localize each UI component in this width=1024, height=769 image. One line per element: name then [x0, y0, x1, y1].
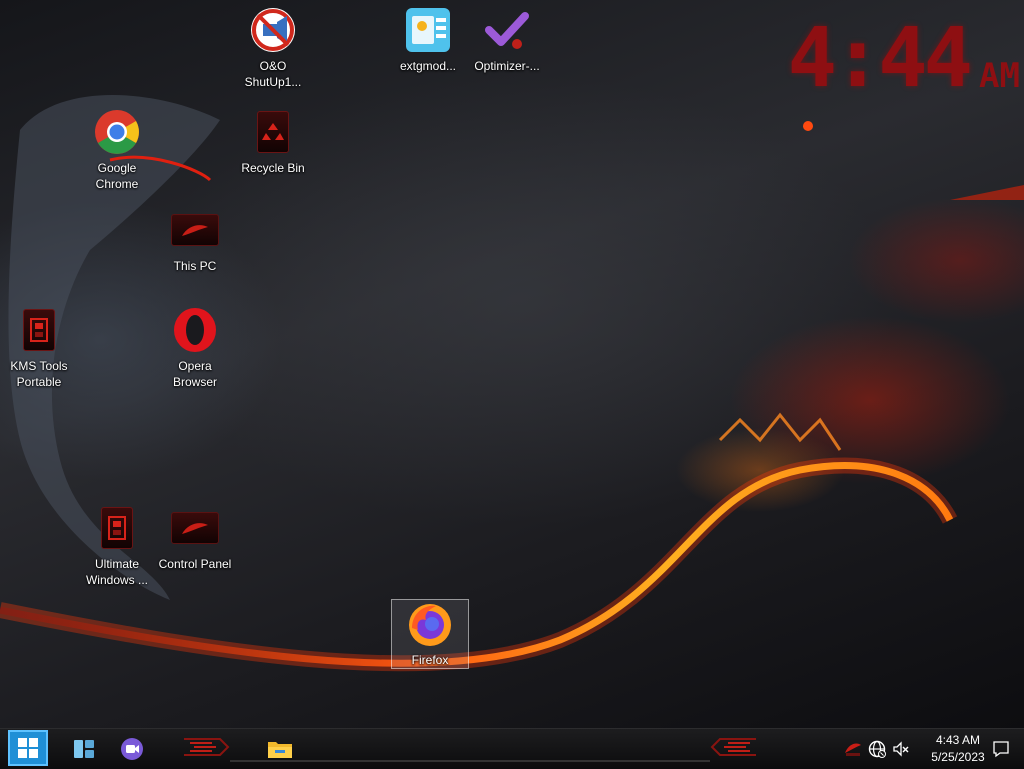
desktop-icon-extgmod[interactable]: extgmod...	[390, 6, 466, 74]
opera-icon	[171, 306, 219, 354]
task-view-button[interactable]	[64, 729, 104, 769]
desktop-icon-ultimate-windows[interactable]: Ultimate Windows ...	[79, 504, 155, 588]
desktop-clock-time: 4:44	[787, 11, 973, 106]
desktop-icon-optimizer[interactable]: Optimizer-...	[469, 6, 545, 74]
start-button[interactable]	[8, 730, 48, 766]
oo-shutup-icon	[249, 6, 297, 54]
kms-tools-icon	[15, 306, 63, 354]
msi-tray-icon	[845, 743, 861, 756]
this-pc-icon	[171, 206, 219, 254]
desktop-icon-recycle-bin[interactable]: Recycle Bin	[235, 108, 311, 176]
desktop-clock-widget: 4:44 AM	[788, 18, 1020, 100]
network-icon	[868, 740, 886, 758]
desktop-icon-control-panel[interactable]: Control Panel	[157, 504, 233, 572]
taskbar-clock[interactable]: 4:43 AM 5/25/2023	[918, 732, 998, 766]
control-panel-icon	[171, 504, 219, 552]
desktop-icon-label: KMS Tools Portable	[10, 359, 68, 389]
desktop-icon-label: Control Panel	[158, 557, 232, 571]
meet-now-button[interactable]	[112, 729, 152, 769]
recycle-bin-icon	[249, 108, 297, 156]
chrome-icon	[93, 108, 141, 156]
desktop-icon-label: Ultimate Windows ...	[85, 557, 148, 587]
desktop-icon-kms-tools[interactable]: KMS Tools Portable	[1, 306, 77, 390]
desktop-icon-label: O&O ShutUp1...	[244, 59, 302, 89]
meet-icon	[121, 738, 143, 760]
desktop-icon-google-chrome[interactable]: Google Chrome	[79, 108, 155, 192]
desktop-icon-this-pc[interactable]: This PC	[157, 206, 233, 274]
desktop-icon-label: Firefox	[411, 653, 449, 667]
desktop-icon-label: Optimizer-...	[474, 59, 540, 73]
notification-icon	[993, 741, 1009, 758]
notification-button[interactable]	[990, 729, 1012, 769]
desktop-icon-label: Opera Browser	[172, 359, 217, 389]
desktop-clock-ampm: AM	[979, 56, 1020, 96]
volume-button[interactable]	[890, 729, 912, 769]
file-explorer-button[interactable]	[260, 729, 300, 769]
extgmod-icon	[404, 6, 452, 54]
ultimate-windows-icon	[93, 504, 141, 552]
start-icon	[18, 738, 38, 758]
task-view-icon	[74, 740, 94, 758]
desktop-icon-label: Recycle Bin	[241, 161, 305, 175]
file-explorer-icon	[268, 742, 292, 758]
msi-tray-button[interactable]	[842, 729, 864, 769]
taskbar: 4:43 AM 5/25/2023	[0, 728, 1024, 769]
volume-muted-icon	[893, 741, 909, 757]
taskbar-clock-time: 4:43 AM	[935, 733, 981, 747]
desktop-icon-label: extgmod...	[399, 59, 457, 73]
optimizer-icon	[483, 6, 531, 54]
desktop-icon-opera[interactable]: Opera Browser	[157, 306, 233, 390]
desktop-icon-oo-shutup[interactable]: O&O ShutUp1...	[235, 6, 311, 90]
taskbar-clock-date: 5/25/2023	[931, 750, 985, 764]
desktop-icon-label: This PC	[173, 259, 217, 273]
desktop[interactable]: 4:44 AM O&O ShutUp1... extgmod... Optimi…	[0, 0, 1024, 728]
firefox-icon	[406, 600, 454, 648]
desktop-icon-label: Google Chrome	[95, 161, 139, 191]
desktop-icon-firefox[interactable]: Firefox	[391, 599, 469, 669]
network-button[interactable]	[866, 729, 888, 769]
